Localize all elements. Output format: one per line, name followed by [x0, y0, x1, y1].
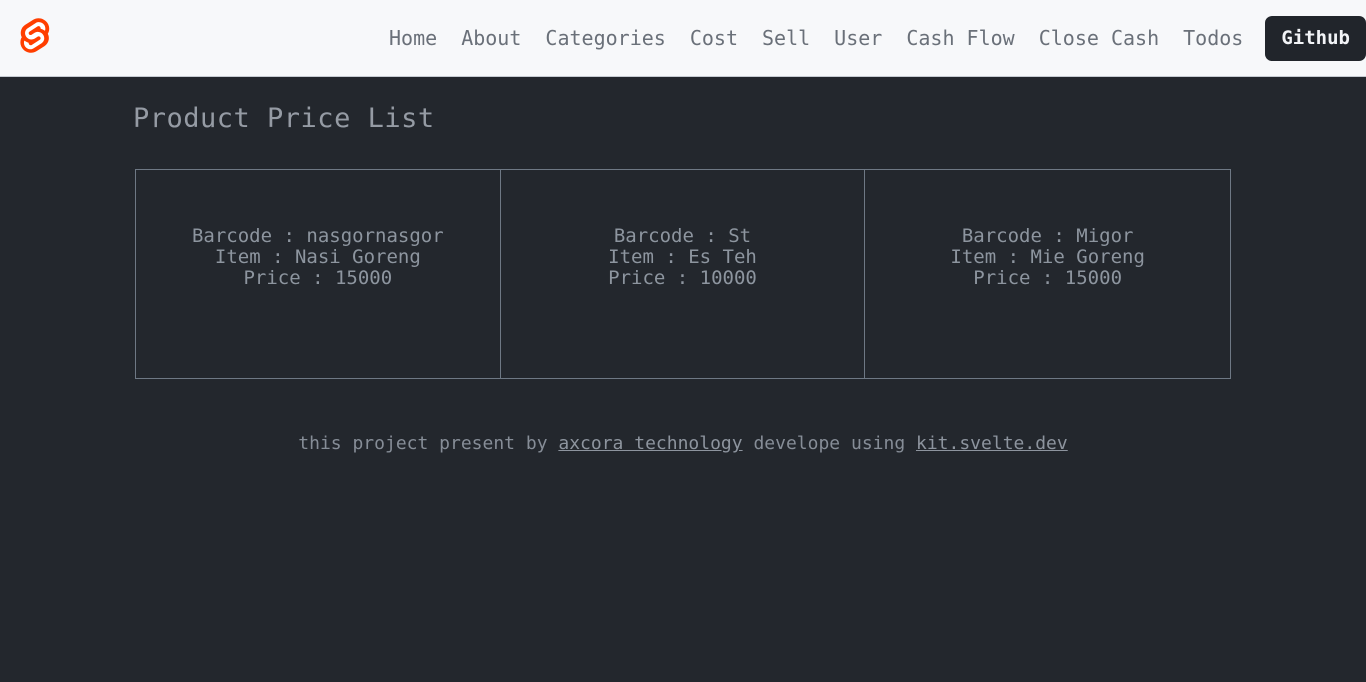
product-price: Price : 10000 — [608, 267, 757, 290]
product-card[interactable]: Barcode : St Item : Es Teh Price : 10000 — [501, 170, 866, 379]
product-barcode: Barcode : nasgornasgor — [191, 225, 444, 248]
footer-credit: this project present by axcora technolog… — [0, 431, 1366, 456]
product-card[interactable]: Barcode : Migor Item : Mie Goreng Price … — [865, 170, 1230, 378]
nav-item-about[interactable]: About — [449, 22, 533, 54]
main-nav: Home About Categories Cost Sell User Cas… — [377, 15, 1366, 61]
top-navbar: Home About Categories Cost Sell User Cas… — [0, 0, 1366, 77]
footer-text-middle: develope using — [742, 433, 916, 455]
nav-item-user[interactable]: User — [822, 22, 894, 54]
github-button[interactable]: Github — [1265, 15, 1366, 61]
product-price: Price : 15000 — [973, 267, 1123, 290]
product-card[interactable]: Barcode : nasgornasgor Item : Nasi Goren… — [136, 170, 501, 379]
nav-item-categories[interactable]: Categories — [533, 22, 677, 54]
product-item: Item : Es Teh — [608, 246, 757, 269]
nav-item-sell[interactable]: Sell — [750, 22, 822, 54]
product-item: Item : Nasi Goreng — [214, 246, 421, 269]
svelte-logo-icon[interactable] — [14, 16, 54, 60]
page-title: Product Price List — [133, 103, 435, 134]
nav-item-close-cash[interactable]: Close Cash — [1027, 22, 1171, 54]
footer-link-sveltekit[interactable]: kit.svelte.dev — [916, 433, 1068, 454]
product-item: Item : Mie Goreng — [950, 246, 1145, 269]
nav-item-home[interactable]: Home — [377, 22, 449, 54]
nav-item-cost[interactable]: Cost — [678, 22, 750, 54]
product-barcode: Barcode : Migor — [961, 225, 1134, 248]
footer-text-before: this project present by — [298, 433, 559, 455]
footer-link-axcora[interactable]: axcora technology — [558, 433, 742, 454]
product-barcode: Barcode : St — [613, 225, 752, 248]
product-card-grid: Barcode : nasgornasgor Item : Nasi Goren… — [135, 169, 1231, 380]
main-content: Product Price List Barcode : nasgornasgo… — [0, 77, 1366, 457]
nav-item-todos[interactable]: Todos — [1171, 22, 1255, 54]
product-price: Price : 15000 — [243, 267, 393, 290]
nav-item-cash-flow[interactable]: Cash Flow — [894, 22, 1026, 54]
